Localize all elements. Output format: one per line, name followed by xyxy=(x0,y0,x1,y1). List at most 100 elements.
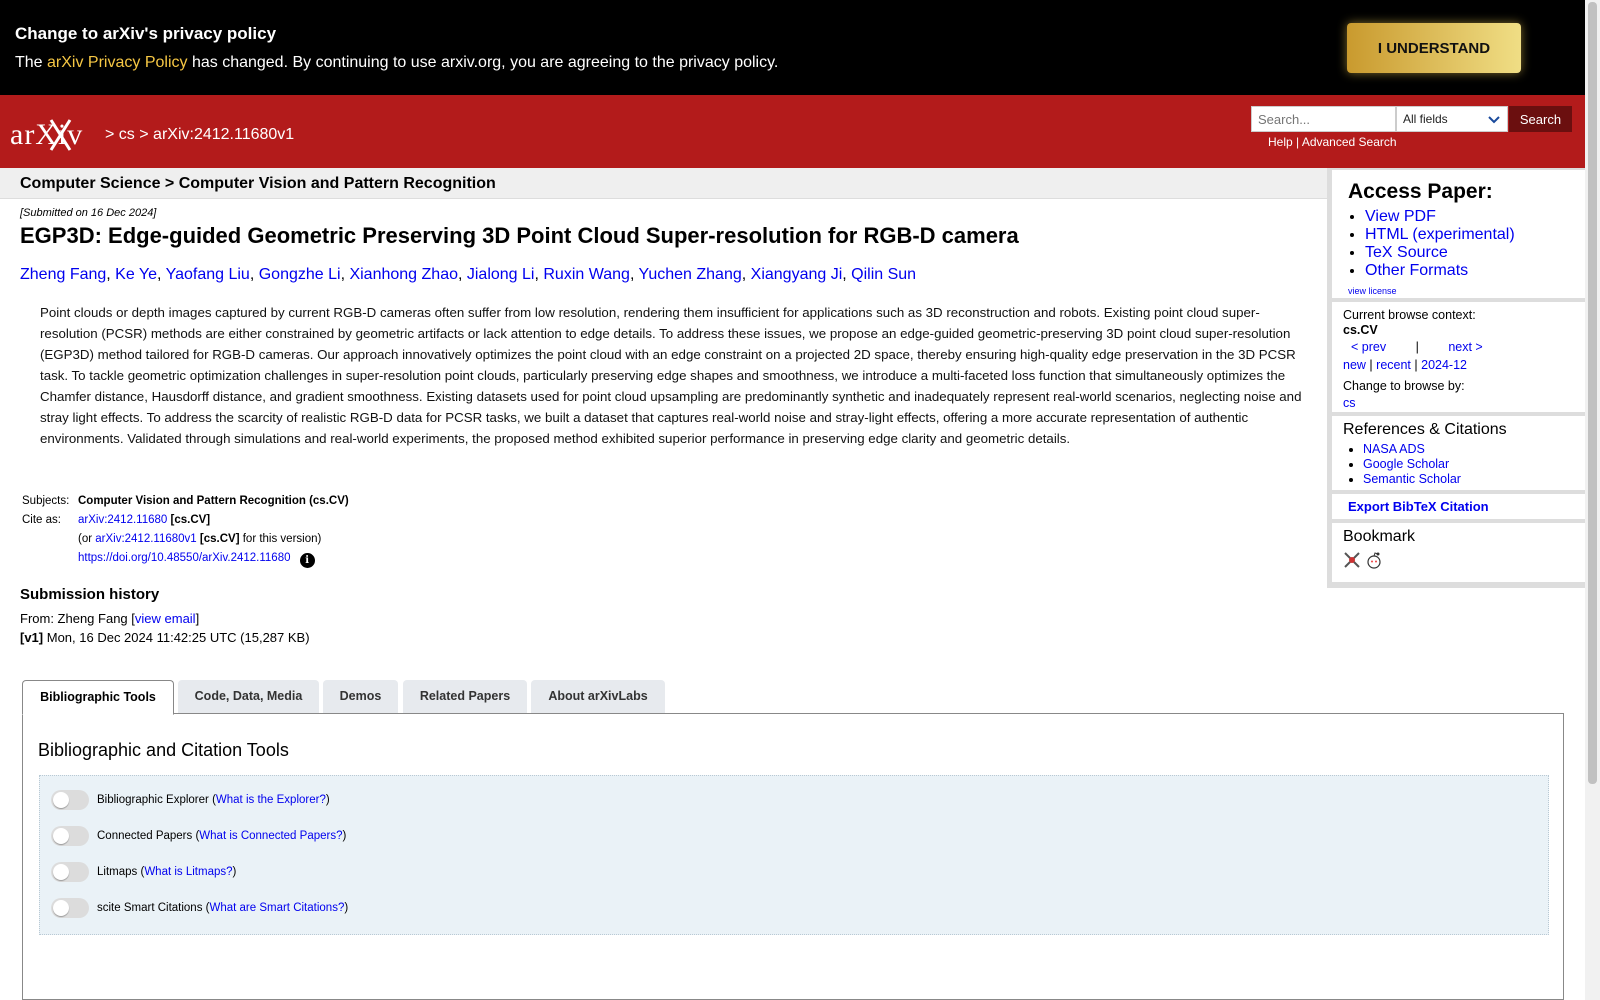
search-input[interactable] xyxy=(1251,106,1396,132)
browse-context-label: Current browse context: xyxy=(1343,308,1476,322)
tab-demos[interactable]: Demos xyxy=(323,680,398,713)
browse-context-code: cs.CV xyxy=(1343,323,1378,337)
export-bibtex-link[interactable]: Export BibTeX Citation xyxy=(1348,499,1489,514)
submission-history-title: Submission history xyxy=(20,586,160,603)
cite-category: [cs.CV] xyxy=(170,514,211,526)
subjects-value: Computer Vision and Pattern Recognition … xyxy=(78,495,349,507)
author-link[interactable]: Xiangyang Ji xyxy=(751,266,843,283)
cite-as-label: Cite as: xyxy=(22,514,61,526)
author-link[interactable]: Ruxin Wang xyxy=(543,266,630,283)
tab-bibliographic-tools[interactable]: Bibliographic Tools xyxy=(22,680,174,715)
from-prefix: From: Zheng Fang [ xyxy=(20,611,135,626)
search-field-select[interactable]: All fields xyxy=(1396,106,1508,132)
panel-title: Bibliographic and Citation Tools xyxy=(38,740,289,760)
author-list: Zheng Fang, Ke Ye, Yaofang Liu, Gongzhe … xyxy=(20,266,917,283)
breadcrumb-sep: > xyxy=(139,126,149,143)
google-scholar-link[interactable]: Google Scholar xyxy=(1363,457,1449,471)
author-link[interactable]: Xianhong Zhao xyxy=(349,266,458,283)
nasa-ads-link[interactable]: NASA ADS xyxy=(1363,442,1425,456)
search-help-links: Help | Advanced Search xyxy=(1268,135,1397,149)
author-link[interactable]: Gongzhe Li xyxy=(259,266,341,283)
tool-row-scite: scite Smart Citations (What are Smart Ci… xyxy=(51,898,348,918)
tab-about-arxivlabs[interactable]: About arXivLabs xyxy=(531,680,665,713)
link-sep: | xyxy=(1292,135,1302,149)
references-box: References & Citations NASA ADS Google S… xyxy=(1332,416,1585,490)
help-link[interactable]: Help xyxy=(1268,135,1293,149)
access-links: View PDF HTML (experimental) TeX Source … xyxy=(1347,208,1515,280)
author-link[interactable]: Zheng Fang xyxy=(20,266,106,283)
info-icon[interactable]: i xyxy=(299,553,315,568)
browse-links: new | recent | 2024-12 xyxy=(1343,358,1467,372)
i-understand-button[interactable]: I UNDERSTAND xyxy=(1347,23,1521,73)
reddit-icon[interactable] xyxy=(1365,551,1383,569)
tool-label: Connected Papers xyxy=(97,830,193,842)
search-field-value: All fields xyxy=(1403,112,1448,126)
page-scrollbar[interactable] xyxy=(1585,0,1600,1000)
view-license-link[interactable]: view license xyxy=(1348,286,1397,296)
tool-help-link[interactable]: What is the Explorer? xyxy=(216,794,326,806)
month-link[interactable]: 2024-12 xyxy=(1421,358,1467,372)
new-link[interactable]: new xyxy=(1343,358,1366,372)
arxiv-logo-mark: arXiv xyxy=(10,118,82,151)
version-v1: [v1] Mon, 16 Dec 2024 11:42:25 UTC (15,2… xyxy=(20,630,310,645)
tool-label: scite Smart Citations xyxy=(97,902,203,914)
tools-list: Bibliographic Explorer (What is the Expl… xyxy=(39,775,1549,935)
other-formats-link[interactable]: Other Formats xyxy=(1365,262,1468,279)
prev-link[interactable]: < prev xyxy=(1351,340,1386,354)
tool-row-connected-papers: Connected Papers (What is Connected Pape… xyxy=(51,826,346,846)
scrollbar-thumb[interactable] xyxy=(1588,2,1597,784)
bibsonomy-icon[interactable] xyxy=(1343,551,1361,569)
search-button[interactable]: Search xyxy=(1509,106,1572,132)
nav-sep: | xyxy=(1415,340,1419,354)
tab-related-papers[interactable]: Related Papers xyxy=(403,680,527,713)
access-paper-title: Access Paper: xyxy=(1348,180,1493,203)
advanced-search-link[interactable]: Advanced Search xyxy=(1302,135,1397,149)
cite-version-link[interactable]: arXiv:2412.11680v1 xyxy=(95,533,196,545)
litmaps-toggle[interactable] xyxy=(51,862,89,882)
view-pdf-link[interactable]: View PDF xyxy=(1365,208,1436,225)
arxiv-logo[interactable]: arXiv xyxy=(10,116,102,159)
references-links: NASA ADS Google Scholar Semantic Scholar xyxy=(1344,442,1461,487)
cite-version-suffix: for this version) xyxy=(239,533,322,545)
author-link[interactable]: Jialong Li xyxy=(467,266,535,283)
subject-heading: Computer Science > Computer Vision and P… xyxy=(20,175,496,192)
tab-panel: Bibliographic and Citation Tools Bibliog… xyxy=(22,713,1564,1000)
breadcrumb-category[interactable]: cs xyxy=(119,126,135,143)
cite-id-link[interactable]: arXiv:2412.11680 xyxy=(78,514,167,526)
privacy-policy-link[interactable]: arXiv Privacy Policy xyxy=(47,54,187,71)
tool-help-link[interactable]: What is Litmaps? xyxy=(144,866,232,878)
banner-text-before: The xyxy=(15,54,48,71)
scite-toggle[interactable] xyxy=(51,898,89,918)
bibliographic-explorer-toggle[interactable] xyxy=(51,790,89,810)
nav-sep: | xyxy=(1414,358,1418,372)
tool-row-bibliographic-explorer: Bibliographic Explorer (What is the Expl… xyxy=(51,790,330,810)
access-paper-box: Access Paper: View PDF HTML (experimenta… xyxy=(1332,170,1585,298)
author-link[interactable]: Yuchen Zhang xyxy=(639,266,742,283)
bookmark-box: Bookmark xyxy=(1332,523,1585,582)
author-link[interactable]: Ke Ye xyxy=(115,266,157,283)
breadcrumb-sep: > xyxy=(105,126,115,143)
change-browse-label: Change to browse by: xyxy=(1343,379,1465,393)
cite-version-category: [cs.CV] xyxy=(199,533,240,545)
tool-label: Bibliographic Explorer xyxy=(97,794,209,806)
doi-link[interactable]: https://doi.org/10.48550/arXiv.2412.1168… xyxy=(78,552,290,564)
export-box: Export BibTeX Citation xyxy=(1332,494,1585,519)
tab-code-data-media[interactable]: Code, Data, Media xyxy=(178,680,319,713)
recent-link[interactable]: recent xyxy=(1376,358,1411,372)
semantic-scholar-link[interactable]: Semantic Scholar xyxy=(1363,472,1461,486)
tool-help-link[interactable]: What is Connected Papers? xyxy=(199,830,342,842)
tex-source-link[interactable]: TeX Source xyxy=(1365,244,1448,261)
bookmark-title: Bookmark xyxy=(1343,528,1416,545)
html-link[interactable]: HTML (experimental) xyxy=(1365,226,1515,243)
submitted-date: [Submitted on 16 Dec 2024] xyxy=(20,207,157,219)
version-tag[interactable]: [v1] xyxy=(20,630,43,645)
browse-cs-link[interactable]: cs xyxy=(1343,396,1356,410)
tool-help-link[interactable]: What are Smart Citations? xyxy=(209,902,344,914)
browse-context-box: Current browse context: cs.CV < prev | n… xyxy=(1332,302,1585,412)
view-email-link[interactable]: view email xyxy=(135,611,196,626)
author-link[interactable]: Yaofang Liu xyxy=(166,266,250,283)
breadcrumb: > cs > arXiv:2412.11680v1 xyxy=(105,126,294,144)
connected-papers-toggle[interactable] xyxy=(51,826,89,846)
author-link[interactable]: Qilin Sun xyxy=(851,266,916,283)
next-link[interactable]: next > xyxy=(1448,340,1482,354)
